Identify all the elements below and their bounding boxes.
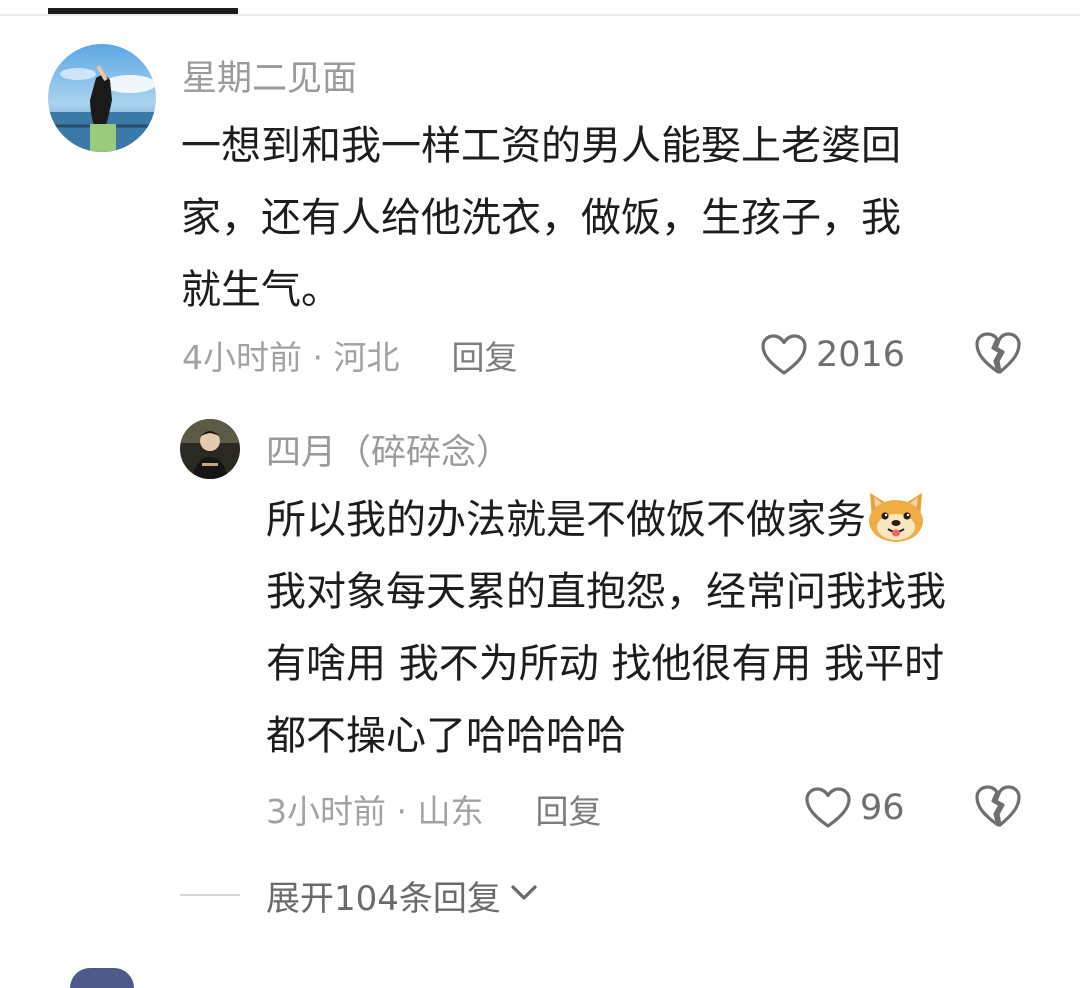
- broken-heart-icon: [973, 330, 1023, 376]
- avatar[interactable]: [70, 968, 134, 988]
- top-divider: [0, 14, 1080, 16]
- heart-outline-icon: [804, 786, 852, 830]
- comment-line: 就生气。: [181, 267, 341, 313]
- comment-meta: 4小时前 · 河北 回复: [182, 332, 517, 378]
- reply-line-text: 所以我的办法就是不做饭不做家务: [266, 497, 866, 543]
- expand-replies-label: 展开104条回复: [266, 878, 501, 919]
- reply-line: 有啥用 我不为所动 找他很有用 我平时: [266, 641, 945, 687]
- reply-button[interactable]: 回复: [535, 785, 601, 833]
- expand-replies-button[interactable]: 展开104条回复: [180, 870, 539, 920]
- dislike-button[interactable]: [973, 330, 1023, 376]
- reply-line: 我对象每天累的直抱怨，经常问我找我: [266, 569, 946, 615]
- reply-line: 所以我的办法就是不做饭不做家务: [266, 484, 1056, 556]
- username[interactable]: 星期二见面: [182, 50, 357, 101]
- like-count: 96: [860, 788, 905, 828]
- time-location: 3小时前 · 山东: [266, 792, 484, 831]
- reply-meta: 3小时前 · 山东 回复: [266, 786, 601, 832]
- like-count: 2016: [816, 335, 906, 375]
- time-location: 4小时前 · 河北: [182, 338, 400, 377]
- chevron-down-icon: [509, 882, 539, 908]
- comment-text: 一想到和我一样工资的男人能娶上老婆回 家，还有人给他洗衣，做饭，生孩子，我 就生…: [181, 110, 1001, 326]
- expand-divider: [180, 894, 240, 896]
- like-button[interactable]: 96: [804, 783, 905, 833]
- comment-line: 一想到和我一样工资的男人能娶上老婆回: [181, 123, 901, 169]
- avatar[interactable]: [48, 44, 156, 152]
- reply-text: 所以我的办法就是不做饭不做家务 我对象每天累的直抱怨，经常问我找我 有啥用 我不…: [266, 484, 1056, 772]
- like-button[interactable]: 2016: [760, 330, 905, 380]
- avatar[interactable]: [180, 419, 240, 479]
- comment-line: 家，还有人给他洗衣，做饭，生孩子，我: [181, 195, 901, 241]
- reply-button[interactable]: 回复: [451, 331, 517, 379]
- username[interactable]: 四月（碎碎念）: [266, 424, 511, 475]
- heart-outline-icon: [760, 333, 808, 377]
- dislike-button[interactable]: [973, 783, 1023, 829]
- doge-emoji: [866, 489, 926, 543]
- broken-heart-icon: [973, 783, 1023, 829]
- active-tab-indicator: [48, 8, 238, 14]
- reply-line: 都不操心了哈哈哈哈: [266, 713, 626, 759]
